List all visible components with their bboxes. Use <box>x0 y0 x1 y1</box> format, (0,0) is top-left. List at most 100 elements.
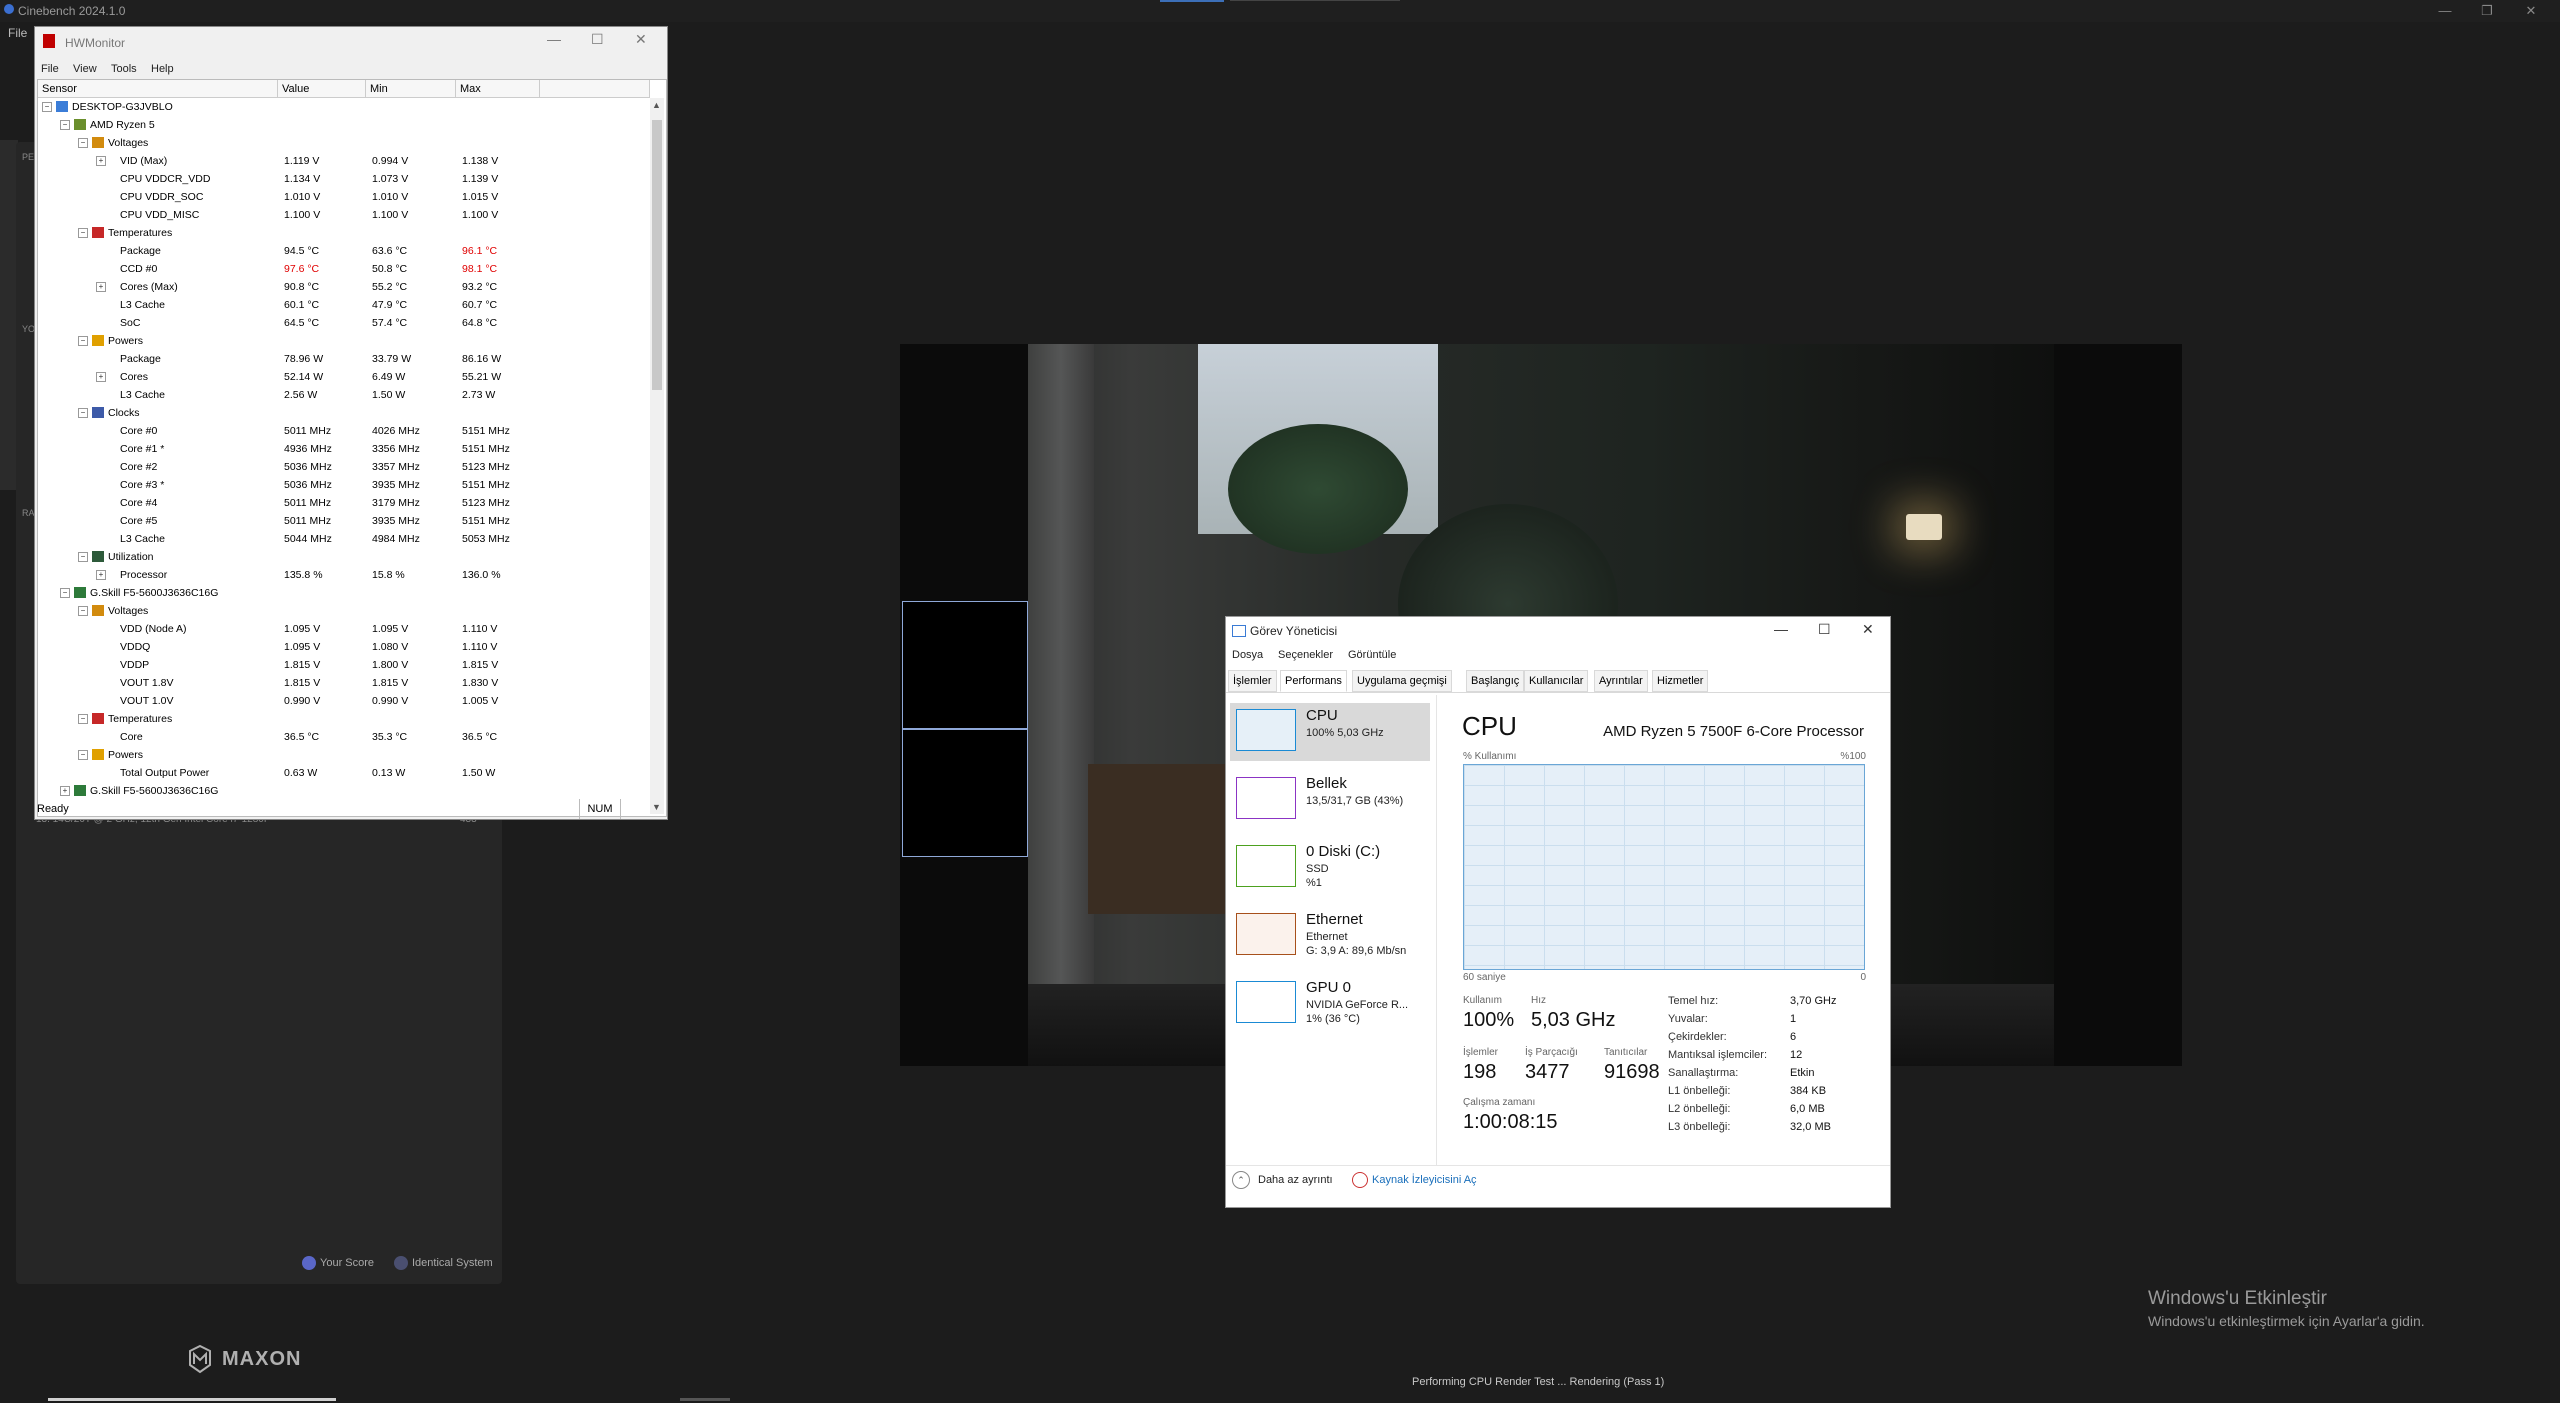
sensor-row[interactable]: Package 94.5 °C 63.6 °C 96.1 °C <box>38 242 648 260</box>
sidebar-item-disk[interactable]: 0 Diski (C:) SSD %1 <box>1230 839 1430 901</box>
hwmonitor-minimize-button[interactable]: — <box>547 31 561 47</box>
sensor-row[interactable]: − Clocks <box>38 404 648 422</box>
tab-ayrintilar[interactable]: Ayrıntılar <box>1594 670 1648 692</box>
stat-value-processes: 198 <box>1463 1061 1497 1083</box>
sensor-row[interactable]: − Voltages <box>38 602 648 620</box>
sidebar-item-memory[interactable]: Bellek 13,5/31,7 GB (43%) <box>1230 771 1430 833</box>
sensor-row[interactable]: VDD (Node A) 1.095 V 1.095 V 1.110 V <box>38 620 648 638</box>
task-manager-minimize-button[interactable]: — <box>1774 621 1788 637</box>
task-manager-menu-secenekler[interactable]: Seçenekler <box>1278 649 1333 661</box>
sensor-row[interactable]: L3 Cache 60.1 °C 47.9 °C 60.7 °C <box>38 296 648 314</box>
column-header-value[interactable]: Value <box>278 80 366 98</box>
hwmonitor-menu-view[interactable]: View <box>73 63 97 75</box>
task-manager-close-button[interactable]: ✕ <box>1862 621 1874 638</box>
collapse-icon[interactable]: − <box>78 552 88 562</box>
tab-kullanicilar[interactable]: Kullanıcılar <box>1524 670 1589 692</box>
sensor-row[interactable]: − Temperatures <box>38 224 648 242</box>
hwmonitor-maximize-button[interactable]: ☐ <box>591 31 604 48</box>
cinebench-minimize-button[interactable]: — <box>2430 2 2460 20</box>
sensor-row[interactable]: − DESKTOP-G3JVBLO <box>38 98 648 116</box>
sensor-row[interactable]: Core #5 5011 MHz 3935 MHz 5151 MHz <box>38 512 648 530</box>
sensor-max: 136.0 % <box>462 569 501 581</box>
tab-performans[interactable]: Performans <box>1280 670 1347 692</box>
expand-icon[interactable]: + <box>96 282 106 292</box>
sensor-row[interactable]: − G.Skill F5-5600J3636C16G <box>38 584 648 602</box>
task-manager-menu-goruntule[interactable]: Görüntüle <box>1348 649 1396 661</box>
sensor-row[interactable]: Core #4 5011 MHz 3179 MHz 5123 MHz <box>38 494 648 512</box>
collapse-icon[interactable]: − <box>78 336 88 346</box>
computer-icon <box>56 101 68 112</box>
sensor-value: 5011 MHz <box>284 497 332 509</box>
sensor-row[interactable]: Core #2 5036 MHz 3357 MHz 5123 MHz <box>38 458 648 476</box>
sensor-row[interactable]: L3 Cache 2.56 W 1.50 W 2.73 W <box>38 386 648 404</box>
collapse-icon[interactable]: − <box>42 102 52 112</box>
scroll-up-arrow-icon[interactable]: ▲ <box>652 100 661 110</box>
sensor-row[interactable]: VDDP 1.815 V 1.800 V 1.815 V <box>38 656 648 674</box>
hwmonitor-menu-file[interactable]: File <box>41 63 59 75</box>
sensor-label: Cores (Max) <box>120 281 178 293</box>
sensor-row[interactable]: VDDQ 1.095 V 1.080 V 1.110 V <box>38 638 648 656</box>
sensor-row[interactable]: − Utilization <box>38 548 648 566</box>
expand-icon[interactable]: + <box>96 372 106 382</box>
collapse-icon[interactable]: − <box>78 138 88 148</box>
tab-baslangic[interactable]: Başlangıç <box>1466 670 1525 692</box>
sensor-row[interactable]: Core #1 * 4936 MHz 3356 MHz 5151 MHz <box>38 440 648 458</box>
sensor-row[interactable]: CCD #0 97.6 °C 50.8 °C 98.1 °C <box>38 260 648 278</box>
cinebench-close-button[interactable]: ✕ <box>2516 2 2546 20</box>
sensor-row[interactable]: + Cores (Max) 90.8 °C 55.2 °C 93.2 °C <box>38 278 648 296</box>
collapse-icon[interactable]: − <box>78 750 88 760</box>
column-header-min[interactable]: Min <box>366 80 456 98</box>
hwmonitor-close-button[interactable]: ✕ <box>635 31 647 48</box>
sensor-row[interactable]: − Voltages <box>38 134 648 152</box>
sensor-row[interactable]: CPU VDDCR_VDD 1.134 V 1.073 V 1.139 V <box>38 170 648 188</box>
cinebench-restore-button[interactable]: ❐ <box>2472 2 2502 20</box>
hwmonitor-scrollbar-thumb[interactable] <box>652 120 662 390</box>
sensor-row[interactable]: Core #0 5011 MHz 4026 MHz 5151 MHz <box>38 422 648 440</box>
cinebench-menu-file[interactable]: File <box>8 26 27 40</box>
hwmonitor-menu-tools[interactable]: Tools <box>111 63 137 75</box>
task-manager-maximize-button[interactable]: ☐ <box>1818 621 1831 638</box>
fewer-details-link[interactable]: Daha az ayrıntı <box>1258 1174 1333 1186</box>
sensor-row[interactable]: + VID (Max) 1.119 V 0.994 V 1.138 V <box>38 152 648 170</box>
sensor-row[interactable]: CPU VDD_MISC 1.100 V 1.100 V 1.100 V <box>38 206 648 224</box>
expand-icon[interactable]: + <box>60 786 70 796</box>
tab-hizmetler[interactable]: Hizmetler <box>1652 670 1709 692</box>
sidebar-item-gpu[interactable]: GPU 0 NVIDIA GeForce R... 1% (36 °C) <box>1230 975 1430 1037</box>
tab-uygulama-gecmisi[interactable]: Uygulama geçmişi <box>1352 670 1452 692</box>
column-header-sensor[interactable]: Sensor <box>38 80 278 98</box>
sensor-row[interactable]: CPU VDDR_SOC 1.010 V 1.010 V 1.015 V <box>38 188 648 206</box>
expand-icon[interactable]: + <box>96 570 106 580</box>
collapse-icon[interactable]: − <box>78 228 88 238</box>
sensor-row[interactable]: + Processor 135.8 % 15.8 % 136.0 % <box>38 566 648 584</box>
sensor-row[interactable]: − Temperatures <box>38 710 648 728</box>
sensor-row[interactable]: − AMD Ryzen 5 <box>38 116 648 134</box>
hwmonitor-menu-help[interactable]: Help <box>151 63 174 75</box>
sensor-min: 1.800 V <box>372 659 409 671</box>
sidebar-item-cpu[interactable]: CPU 100% 5,03 GHz <box>1230 703 1430 765</box>
sensor-row[interactable]: Total Output Power 0.63 W 0.13 W 1.50 W <box>38 764 648 782</box>
sensor-row[interactable]: − Powers <box>38 332 648 350</box>
sensor-row[interactable]: Core #3 * 5036 MHz 3935 MHz 5151 MHz <box>38 476 648 494</box>
sensor-row[interactable]: VOUT 1.8V 1.815 V 1.815 V 1.830 V <box>38 674 648 692</box>
sensor-min: 1.815 V <box>372 677 409 689</box>
collapse-icon[interactable]: − <box>60 588 70 598</box>
sensor-row[interactable]: L3 Cache 5044 MHz 4984 MHz 5053 MHz <box>38 530 648 548</box>
task-manager-menu-dosya[interactable]: Dosya <box>1232 649 1263 661</box>
expand-icon[interactable]: + <box>96 156 106 166</box>
collapse-icon[interactable]: − <box>78 714 88 724</box>
collapse-chevron-icon[interactable]: ⌃ <box>1232 1171 1250 1189</box>
sensor-row[interactable]: + G.Skill F5-5600J3636C16G <box>38 782 648 800</box>
sensor-row[interactable]: SoC 64.5 °C 57.4 °C 64.8 °C <box>38 314 648 332</box>
sensor-row[interactable]: Package 78.96 W 33.79 W 86.16 W <box>38 350 648 368</box>
column-header-max[interactable]: Max <box>456 80 540 98</box>
sensor-row[interactable]: VOUT 1.0V 0.990 V 0.990 V 1.005 V <box>38 692 648 710</box>
sidebar-item-ethernet[interactable]: Ethernet Ethernet G: 3,9 A: 89,6 Mb/sn <box>1230 907 1430 969</box>
sensor-row[interactable]: Core 36.5 °C 35.3 °C 36.5 °C <box>38 728 648 746</box>
open-resource-monitor-link[interactable]: Kaynak İzleyicisini Aç <box>1372 1174 1477 1186</box>
sensor-row[interactable]: − Powers <box>38 746 648 764</box>
tab-islemler[interactable]: İşlemler <box>1228 670 1277 692</box>
collapse-icon[interactable]: − <box>78 606 88 616</box>
collapse-icon[interactable]: − <box>78 408 88 418</box>
sensor-row[interactable]: + Cores 52.14 W 6.49 W 55.21 W <box>38 368 648 386</box>
collapse-icon[interactable]: − <box>60 120 70 130</box>
